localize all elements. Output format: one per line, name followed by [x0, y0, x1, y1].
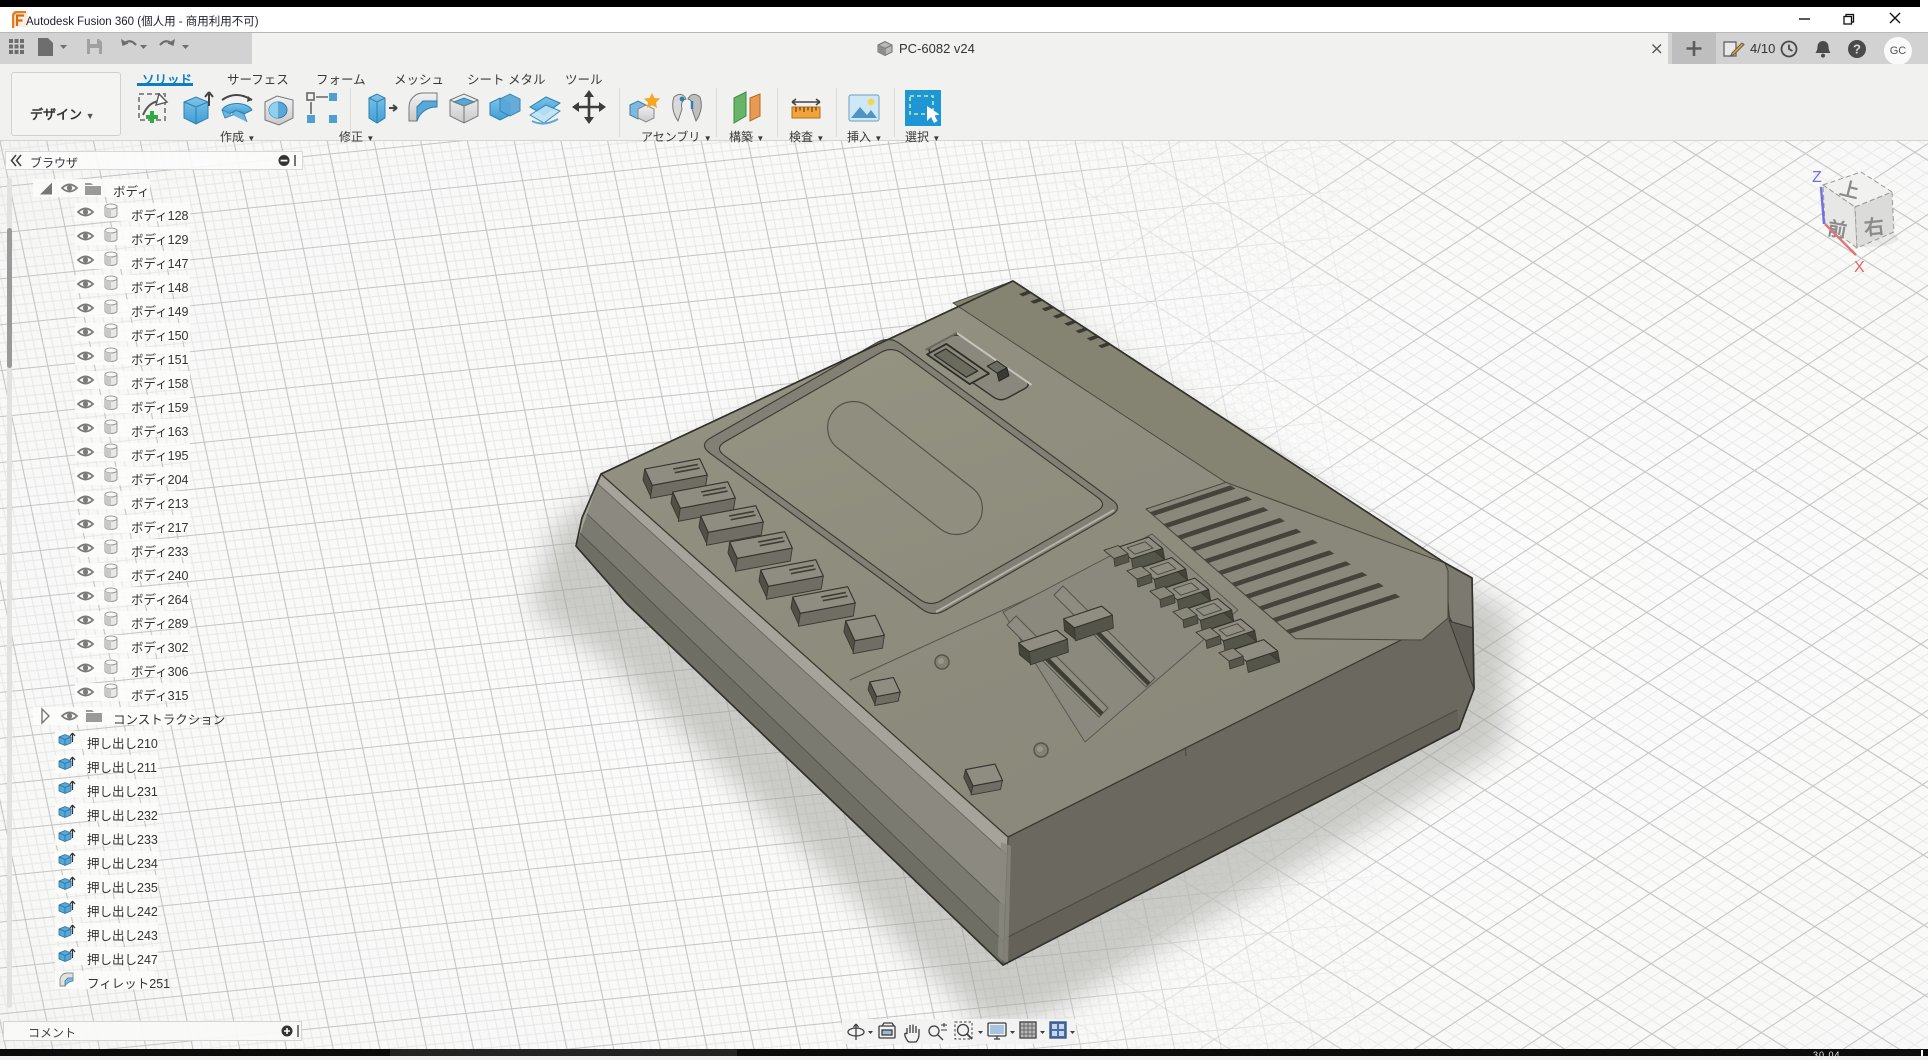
svg-text:?: ?	[1853, 41, 1861, 56]
svg-text:右: 右	[1863, 214, 1885, 240]
svg-text:X: X	[1854, 259, 1865, 276]
svg-text:Z: Z	[1812, 169, 1822, 186]
